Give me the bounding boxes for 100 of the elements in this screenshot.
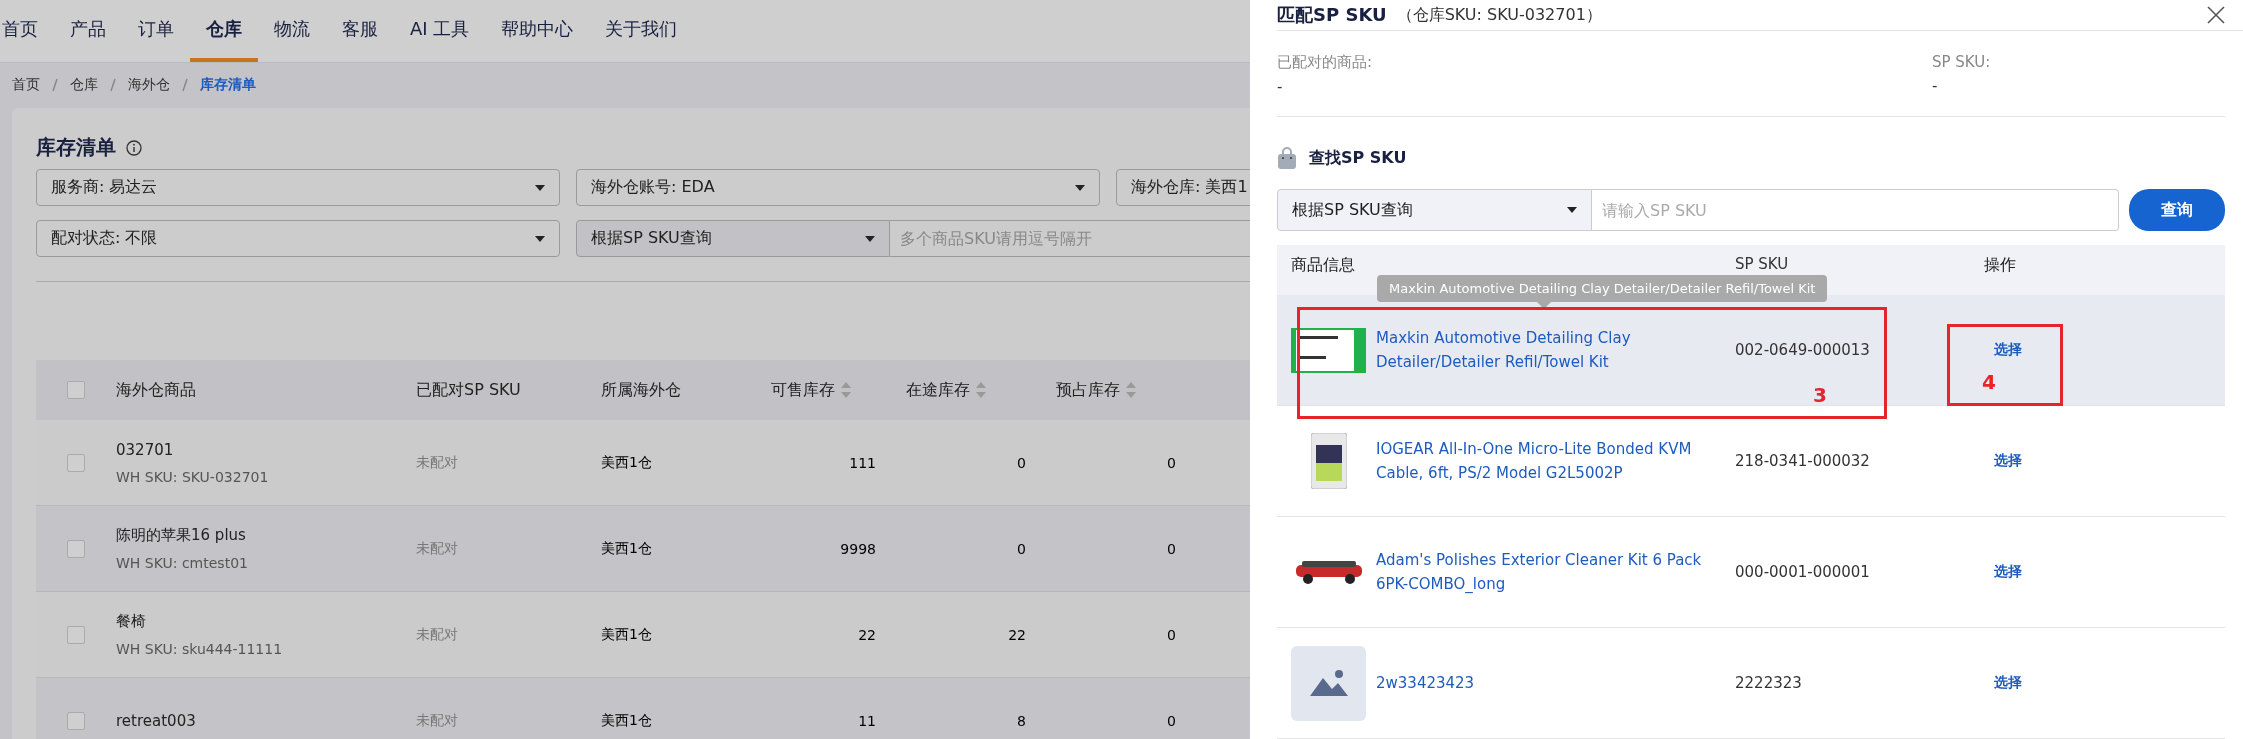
table-cell: 美西1仓 (601, 711, 652, 728)
caret-icon (535, 235, 545, 242)
caret-icon (865, 235, 875, 242)
row-checkbox[interactable] (67, 539, 85, 558)
field-value: - (1932, 77, 1939, 95)
pairing-status: 未配对 (416, 539, 458, 556)
field-value: - (1277, 78, 1284, 96)
caret-icon (1075, 184, 1085, 191)
tooltip: Maxkin Automotive Detailing Clay Detailer/Detailer Refil/Towel Kit (1377, 275, 1828, 309)
filter-dropdown[interactable]: 海外仓库: 美西1 (1116, 169, 1250, 206)
filter-dropdown[interactable]: 海外仓账号: EDA (576, 169, 1100, 206)
breadcrumb-item[interactable]: 海外仓 (128, 76, 170, 94)
filter-dropdown[interactable]: 服务商: 易达云 (36, 169, 560, 206)
annotation-number: 3 (1813, 383, 1827, 407)
result-row[interactable]: Adam's Polishes Exterior Cleaner Kit 6 Pack 6PK-COMBO_long 000-0001-000001 选择 (1277, 517, 2225, 628)
breadcrumb-separator-icon (52, 78, 58, 92)
product-link[interactable]: Maxkin Automotive Detailing Clay Detailer/Detailer Refil/Towel Kit (1376, 326, 1706, 374)
breadcrumb-item[interactable]: 仓库 (70, 76, 98, 94)
breadcrumb-item[interactable]: 首页 (12, 76, 40, 94)
product-link[interactable]: Adam's Polishes Exterior Cleaner Kit 6 Pack 6PK-COMBO_long (1376, 548, 1706, 596)
filter-dropdown[interactable]: 配对状态: 不限 (36, 220, 560, 257)
select-link[interactable]: 选择 (1994, 674, 2022, 692)
bag-icon (1277, 147, 1297, 169)
sort-icon[interactable] (841, 382, 851, 398)
table-cell: 8 (1017, 712, 1026, 729)
nav-tab[interactable]: 帮助中心 (485, 0, 590, 62)
product-photo (1293, 559, 1364, 585)
row-checkbox[interactable] (67, 453, 85, 472)
image-placeholder-icon (1291, 645, 1366, 721)
wh-sku: WH SKU: sku444-11111 (116, 641, 284, 657)
sp-sku: 2222323 (1735, 674, 1802, 692)
drawer-subtitle: （仓库SKU: SKU-032701） (1396, 4, 1603, 26)
column-header: 可售库存 (771, 379, 835, 401)
field-label: SP SKU: (1932, 53, 1992, 71)
result-row[interactable]: IOGEAR All-In-One Micro-Lite Bonded KVM Cable, 6ft, PS/2 Model G2L5002P 218-0341-000032 选择 (1277, 406, 2225, 517)
nav-tab[interactable]: 订单 (122, 0, 190, 62)
info-icon[interactable] (126, 139, 142, 156)
search-mode-dropdown[interactable]: 根据SP SKU查询 (1277, 189, 1592, 231)
wh-sku: WH SKU: cmtest01 (116, 555, 249, 571)
breadcrumb-separator-icon (182, 78, 188, 92)
section-title: 查找SP SKU (1309, 147, 1407, 169)
select-all-checkbox[interactable] (67, 381, 85, 399)
wh-sku: WH SKU: SKU-032701 (116, 468, 270, 485)
column-header: 海外仓商品 (116, 379, 196, 401)
column-header: 商品信息 (1291, 255, 1355, 274)
column-header: 操作 (1984, 255, 2016, 274)
table-cell: 22 (1008, 626, 1026, 643)
column-header: 在途库存 (906, 379, 970, 401)
sp-sku: 218-0341-000032 (1735, 452, 1870, 470)
sku-search-field[interactable]: 多个商品SKU请用逗号隔开 (890, 220, 1250, 257)
column-header: 已配对SP SKU (416, 379, 521, 401)
product-link[interactable]: IOGEAR All-In-One Micro-Lite Bonded KVM Cable, 6ft, PS/2 Model G2L5002P (1376, 437, 1706, 485)
nav-tab[interactable]: 物流 (258, 0, 326, 62)
table-cell: 美西1仓 (601, 453, 652, 470)
table-cell: 11 (858, 712, 876, 729)
nav-tab[interactable]: 首页 (0, 0, 54, 62)
product-name: 032701 (116, 440, 175, 459)
drawer-title: 匹配SP SKU (1277, 3, 1387, 27)
select-link[interactable]: 选择 (1994, 452, 2022, 470)
sort-icon[interactable] (1126, 382, 1136, 398)
sp-sku: 002-0649-000013 (1735, 341, 1870, 359)
table-cell: 9998 (840, 540, 876, 557)
table-cell: 0 (1167, 712, 1176, 729)
table-cell: 0 (1017, 540, 1026, 557)
row-checkbox[interactable] (67, 625, 85, 644)
query-button[interactable]: 查询 (2129, 189, 2225, 231)
caret-icon (1567, 207, 1577, 213)
nav-tab[interactable]: 产品 (54, 0, 122, 62)
sp-sku: 000-0001-000001 (1735, 563, 1870, 581)
table-cell: 22 (858, 626, 876, 643)
result-row[interactable]: 2w33423423 2222323 选择 (1277, 628, 2225, 739)
table-cell: 0 (1017, 454, 1026, 471)
table-cell: 美西1仓 (601, 539, 652, 556)
search-mode-dropdown[interactable]: 根据SP SKU查询 (576, 220, 890, 257)
close-icon[interactable] (2207, 6, 2225, 24)
product-link[interactable]: 2w33423423 (1376, 671, 1706, 695)
table-cell: 111 (849, 454, 876, 471)
annotation-number: 4 (1982, 370, 1996, 394)
breadcrumb-item: 库存清单 (200, 76, 256, 94)
pairing-status: 未配对 (416, 453, 458, 470)
column-header: SP SKU (1735, 255, 1789, 273)
product-name: 陈明的苹果16 plus (116, 526, 247, 545)
product-name: retreat003 (116, 711, 197, 730)
sp-sku-field[interactable]: 请输入SP SKU (1592, 189, 2119, 231)
product-name: 餐椅 (116, 612, 147, 631)
table-cell: 0 (1167, 540, 1176, 557)
nav-tab[interactable]: AI 工具 (394, 0, 486, 62)
select-link[interactable]: 选择 (1994, 563, 2022, 581)
product-photo (1310, 433, 1347, 489)
table-cell: 美西1仓 (601, 625, 652, 642)
sort-icon[interactable] (976, 382, 986, 398)
caret-icon (535, 184, 545, 191)
select-link[interactable]: 选择 (1994, 341, 2022, 359)
nav-tab[interactable]: 客服 (326, 0, 394, 62)
page-title: 库存清单 (36, 134, 116, 161)
nav-tab[interactable]: 仓库 (190, 0, 258, 62)
table-cell: 0 (1167, 454, 1176, 471)
nav-tab[interactable]: 关于我们 (589, 0, 694, 62)
column-header: 所属海外仓 (601, 379, 681, 401)
row-checkbox[interactable] (67, 711, 85, 730)
